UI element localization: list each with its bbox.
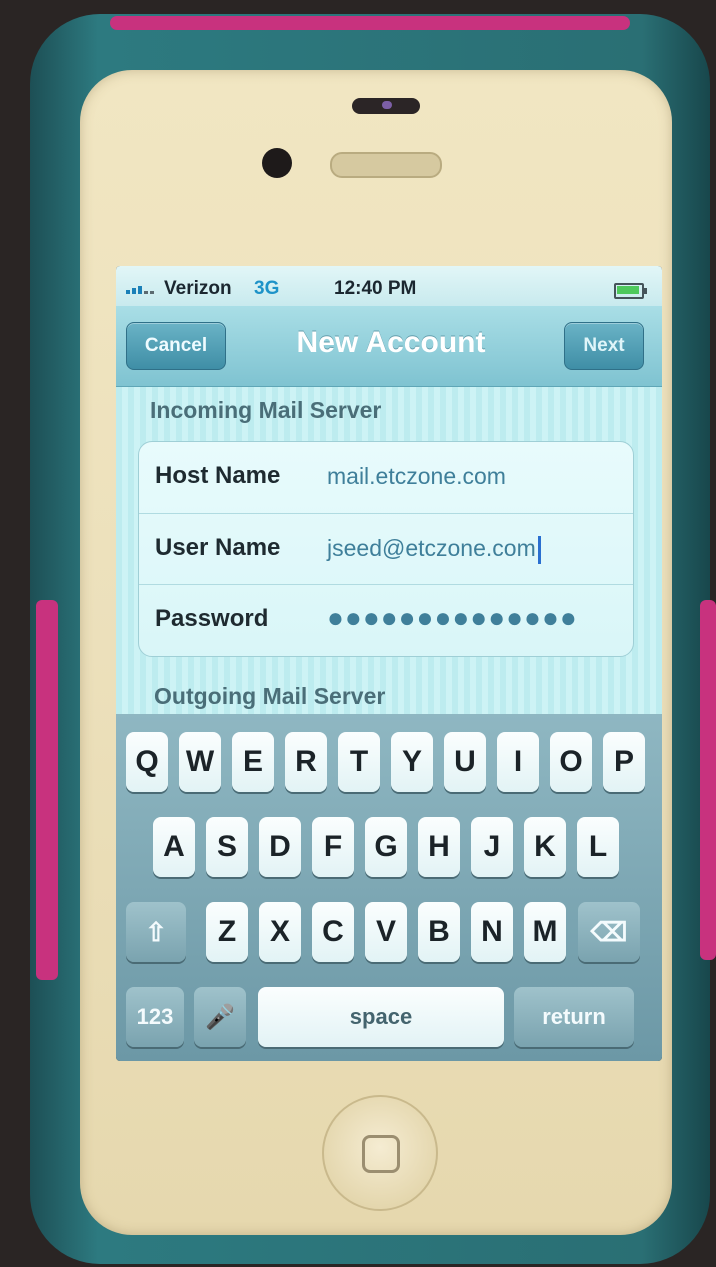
key-o[interactable]: O xyxy=(550,732,592,792)
keyboard-row-1: Q W E R T Y U I O P xyxy=(116,732,662,794)
key-g[interactable]: G xyxy=(365,817,407,877)
key-y[interactable]: Y xyxy=(391,732,433,792)
key-z[interactable]: Z xyxy=(206,902,248,962)
key-j[interactable]: J xyxy=(471,817,513,877)
signal-bars-icon xyxy=(126,286,154,294)
incoming-section-header: Incoming Mail Server xyxy=(150,397,382,423)
password-label: Password xyxy=(155,605,269,632)
key-h[interactable]: H xyxy=(418,817,460,877)
front-camera-icon xyxy=(262,148,292,178)
user-name-row[interactable]: User Name jseed@etczone.com xyxy=(139,513,633,585)
key-a[interactable]: A xyxy=(153,817,195,877)
earpiece-speaker xyxy=(330,152,442,178)
page-title: New Account xyxy=(296,326,486,359)
key-q[interactable]: Q xyxy=(126,732,168,792)
key-x[interactable]: X xyxy=(259,902,301,962)
key-s[interactable]: S xyxy=(206,817,248,877)
key-l[interactable]: L xyxy=(577,817,619,877)
status-time: 12:40 PM xyxy=(334,278,417,299)
navigation-bar: Cancel New Account Next xyxy=(116,306,662,387)
case-trim-left xyxy=(36,600,58,980)
home-button[interactable] xyxy=(322,1095,438,1211)
case-trim-top xyxy=(110,16,630,30)
numbers-key[interactable]: 123 xyxy=(126,987,184,1047)
key-w[interactable]: W xyxy=(179,732,221,792)
text-cursor xyxy=(537,535,541,564)
key-r[interactable]: R xyxy=(285,732,327,792)
delete-icon[interactable]: ⌫ xyxy=(578,902,640,962)
key-d[interactable]: D xyxy=(259,817,301,877)
outgoing-section-header: Outgoing Mail Server xyxy=(154,683,386,709)
key-b[interactable]: B xyxy=(418,902,460,962)
battery-icon xyxy=(614,283,647,299)
key-f[interactable]: F xyxy=(312,817,354,877)
key-c[interactable]: C xyxy=(312,902,354,962)
user-name-value: jseed@etczone.com xyxy=(327,535,536,561)
password-field[interactable]: ●●●●●●●●●●●●●● xyxy=(327,602,578,634)
incoming-server-group: Host Name mail.etczone.com User Name jse… xyxy=(138,441,634,657)
return-key[interactable]: return xyxy=(514,987,634,1047)
account-form: Incoming Mail Server Host Name mail.etcz… xyxy=(116,387,662,714)
next-button[interactable]: Next xyxy=(564,322,644,370)
space-key[interactable]: space xyxy=(258,987,504,1047)
carrier-name: Verizon xyxy=(164,278,232,299)
key-v[interactable]: V xyxy=(365,902,407,962)
key-u[interactable]: U xyxy=(444,732,486,792)
key-i[interactable]: I xyxy=(497,732,539,792)
host-name-row[interactable]: Host Name mail.etczone.com xyxy=(139,442,633,513)
keyboard-row-3: ⇧ Z X C V B N M ⌫ xyxy=(116,902,662,964)
keyboard-row-4: 123 🎤 space return xyxy=(116,987,662,1049)
key-k[interactable]: K xyxy=(524,817,566,877)
key-n[interactable]: N xyxy=(471,902,513,962)
proximity-sensor xyxy=(352,98,420,114)
cancel-button[interactable]: Cancel xyxy=(126,322,226,370)
home-square-icon xyxy=(362,1135,400,1173)
user-name-field[interactable]: jseed@etczone.com xyxy=(327,535,541,564)
microphone-icon[interactable]: 🎤 xyxy=(194,987,246,1047)
screen: Verizon 3G 12:40 PM Cancel New Account N… xyxy=(116,266,662,1061)
shift-icon[interactable]: ⇧ xyxy=(126,902,186,962)
key-t[interactable]: T xyxy=(338,732,380,792)
status-bar: Verizon 3G 12:40 PM xyxy=(116,266,662,306)
key-e[interactable]: E xyxy=(232,732,274,792)
key-p[interactable]: P xyxy=(603,732,645,792)
network-type: 3G xyxy=(254,278,280,299)
user-name-label: User Name xyxy=(155,534,281,561)
keyboard-row-2: A S D F G H J K L xyxy=(116,817,662,879)
host-name-label: Host Name xyxy=(155,462,281,489)
key-m[interactable]: M xyxy=(524,902,566,962)
keyboard: Q W E R T Y U I O P A S D F G H J K L ⇧ … xyxy=(116,714,662,1061)
host-name-field[interactable]: mail.etczone.com xyxy=(327,463,506,490)
password-row[interactable]: Password ●●●●●●●●●●●●●● xyxy=(139,584,633,656)
case-trim-right xyxy=(700,600,716,960)
